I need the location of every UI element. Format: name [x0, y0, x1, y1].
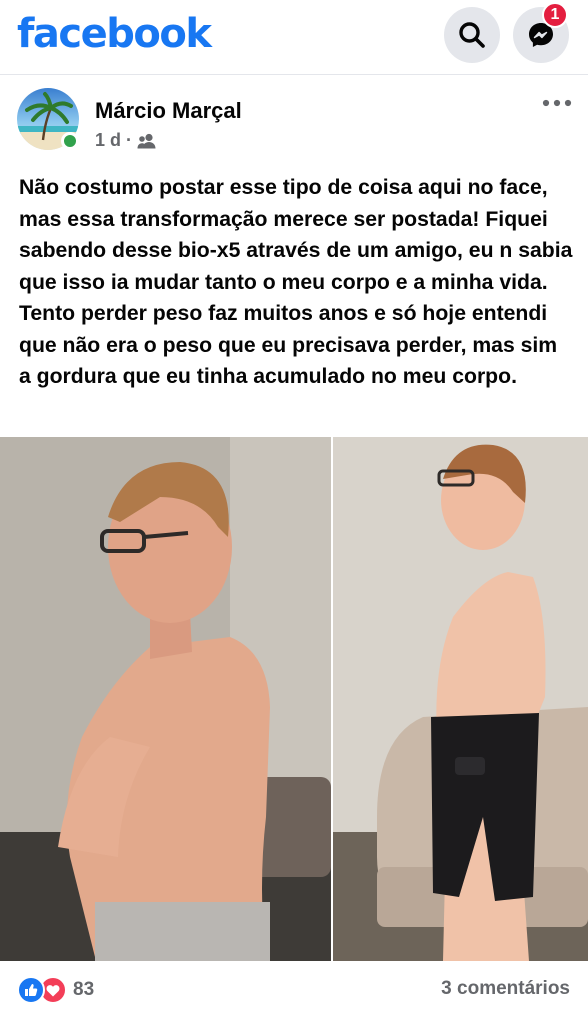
search-icon — [459, 22, 485, 48]
meta-separator: · — [126, 130, 133, 150]
comments-count-link[interactable]: 3 comentários — [441, 978, 570, 1000]
reactions-summary[interactable]: 83 — [17, 976, 94, 1004]
post-time[interactable]: 1 d — [95, 130, 121, 151]
reaction-count: 83 — [73, 979, 95, 1000]
post-meta: 1 d · — [95, 130, 157, 151]
after-photo[interactable] — [333, 437, 588, 961]
online-status-dot — [61, 132, 79, 150]
more-options-icon — [542, 99, 572, 107]
before-photo[interactable] — [0, 437, 331, 961]
notification-badge: 1 — [542, 2, 568, 28]
facebook-logo[interactable]: facebook — [17, 8, 212, 60]
post-author-name[interactable]: Márcio Marçal — [95, 98, 242, 124]
more-options-button[interactable] — [540, 92, 574, 114]
header-divider — [0, 74, 588, 75]
search-button[interactable] — [444, 7, 500, 63]
like-reaction-icon — [17, 976, 45, 1004]
post-text: Não costumo postar esse tipo de coisa aq… — [19, 176, 573, 388]
friends-icon — [137, 133, 156, 148]
top-bar: facebook 1 — [0, 0, 588, 74]
